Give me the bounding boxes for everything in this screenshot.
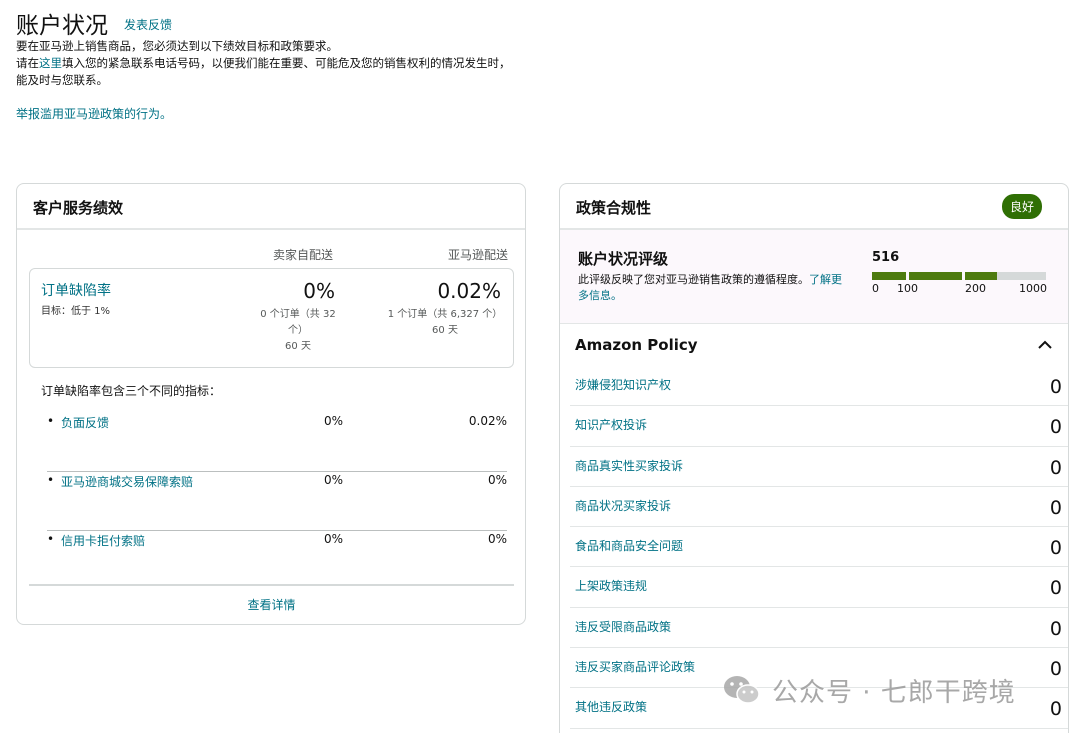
odr-amazon-orders: 1 个订单（共 6,327 个） 60 天 <box>384 307 506 339</box>
metric-chargeback-claims-link[interactable]: 信用卡拒付索赔 <box>61 532 145 549</box>
rating-description: 此评级反映了您对亚马逊销售政策的遵循程度。了解更多信息。 <box>578 272 848 304</box>
account-health-rating-panel: 账户状况评级 此评级反映了您对亚马逊销售政策的遵循程度。了解更多信息。 516 … <box>560 230 1068 324</box>
feedback-link[interactable]: 发表反馈 <box>124 16 172 33</box>
chevron-up-icon[interactable] <box>1034 334 1056 356</box>
odr-amazon-count: 1 个订单（共 6,327 个） <box>387 309 503 320</box>
metric-seller-value: 0% <box>323 473 343 487</box>
metric-row: • 信用卡拒付索赔 0% 0% <box>47 532 507 590</box>
policy-link[interactable]: 上架政策违规 <box>575 577 647 594</box>
odr-amazon-value: 0.02% <box>437 279 501 303</box>
policy-link[interactable]: 涉嫌侵犯知识产权 <box>575 376 671 393</box>
intro-text: 要在亚马逊上销售商品，您必须达到以下绩效目标和政策要求。 请在这里填入您的紧急联… <box>16 38 516 89</box>
view-details-link[interactable]: 查看详情 <box>29 596 514 613</box>
bullet-icon: • <box>47 414 55 428</box>
customer-service-title: 客户服务绩效 <box>33 199 124 217</box>
metric-negative-feedback-link[interactable]: 负面反馈 <box>61 414 109 431</box>
rating-bar-fill <box>965 272 997 280</box>
policy-count: 0 <box>1049 698 1062 721</box>
metric-amazon-value: 0% <box>487 473 507 487</box>
metrics-intro: 订单缺陷率包含三个不同的指标： <box>41 384 222 398</box>
policy-row: 上架政策违规 0 <box>570 567 1068 608</box>
rating-score: 516 <box>872 250 900 265</box>
policy-link[interactable]: 违反买家商品评论政策 <box>575 658 695 675</box>
policy-count: 0 <box>1049 376 1062 398</box>
scale-tick-100: 100 <box>897 282 918 295</box>
odr-seller-count: 0 个订单（共 32 个） <box>260 309 336 336</box>
customer-service-header: 客户服务绩效 <box>17 184 525 230</box>
intro-prefix: 请在 <box>16 56 39 70</box>
policy-row: 违反受限商品政策 0 <box>570 608 1068 649</box>
bullet-icon: • <box>47 532 55 546</box>
intro-line-1: 要在亚马逊上销售商品，您必须达到以下绩效目标和政策要求。 <box>16 39 338 53</box>
policy-row: 涉嫌侵犯知识产权 0 <box>570 366 1068 407</box>
odr-amazon-days: 60 天 <box>432 325 458 336</box>
policy-count: 0 <box>1049 577 1062 600</box>
policy-row: 知识产权投诉 0 <box>570 406 1068 447</box>
watermark-text: 公众号 · 七郎干跨境 <box>772 677 1016 708</box>
status-badge: 良好 <box>1001 194 1042 219</box>
metric-seller-value: 0% <box>323 532 343 546</box>
policy-count: 0 <box>1049 537 1062 560</box>
scale-tick-0: 0 <box>872 282 879 295</box>
rating-bar-segment <box>909 272 962 280</box>
amazon-policy-heading: Amazon Policy <box>575 336 698 354</box>
metric-seller-value: 0% <box>323 414 343 428</box>
metric-a-to-z-claims-link[interactable]: 亚马逊商城交易保障索赔 <box>61 473 193 490</box>
order-defect-rate-box: 订单缺陷率 目标：低于 1% 0% 0.02% 0 个订单（共 32 个） 60… <box>29 268 514 368</box>
order-defect-rate-link[interactable]: 订单缺陷率 <box>41 280 111 300</box>
policy-count: 0 <box>1049 416 1062 439</box>
odr-target: 目标：低于 1% <box>41 306 111 317</box>
odr-seller-orders: 0 个订单（共 32 个） 60 天 <box>254 307 342 355</box>
policy-count: 0 <box>1049 456 1062 479</box>
page-title: 账户状况 <box>16 13 108 39</box>
rating-desc-text: 此评级反映了您对亚马逊销售政策的遵循程度。 <box>578 273 809 286</box>
policy-compliance-header: 政策合规性 良好 <box>560 184 1068 230</box>
bullet-icon: • <box>47 473 55 487</box>
policy-compliance-title: 政策合规性 <box>576 199 652 217</box>
metric-row: • 负面反馈 0% 0.02% <box>47 414 507 472</box>
metric-amazon-value: 0% <box>487 532 507 546</box>
policy-count: 0 <box>1049 496 1062 519</box>
intro-suffix: 填入您的紧急联系电话号码，以便我们能在重要、可能危及您的销售权利的情况发生时，能… <box>16 56 511 87</box>
emergency-contact-link[interactable]: 这里 <box>39 56 62 70</box>
policy-row: 商品真实性买家投诉 0 <box>570 447 1068 487</box>
policy-link[interactable]: 知识产权投诉 <box>575 416 647 433</box>
policy-count: 0 <box>1049 617 1062 640</box>
policy-link[interactable]: 食品和商品安全问题 <box>575 537 683 554</box>
wechat-icon <box>724 676 760 704</box>
scale-tick-200: 200 <box>965 282 986 295</box>
policy-link[interactable]: 其他违反政策 <box>575 698 647 715</box>
policy-link[interactable]: 商品真实性买家投诉 <box>575 457 683 474</box>
policy-link[interactable]: 违反受限商品政策 <box>575 618 671 635</box>
policy-link[interactable]: 商品状况买家投诉 <box>575 497 671 514</box>
odr-seller-value: 0% <box>303 279 335 303</box>
rating-bar-segment <box>872 272 906 280</box>
rating-bar <box>872 272 1046 280</box>
column-header-amazon: 亚马逊配送 <box>447 248 508 262</box>
policy-compliance-card: 政策合规性 良好 账户状况评级 此评级反映了您对亚马逊销售政策的遵循程度。了解更… <box>559 183 1069 733</box>
customer-service-card: 客户服务绩效 卖家自配送 亚马逊配送 订单缺陷率 目标：低于 1% 0% 0.0… <box>16 183 526 625</box>
policy-row: 商品状况买家投诉 0 <box>570 487 1068 528</box>
rating-title: 账户状况评级 <box>578 250 669 268</box>
report-abuse-link[interactable]: 举报滥用亚马逊政策的行为。 <box>16 105 172 122</box>
metric-row: • 亚马逊商城交易保障索赔 0% 0% <box>47 473 507 531</box>
column-header-seller: 卖家自配送 <box>272 248 333 262</box>
customer-service-footer: 查看详情 <box>29 584 514 624</box>
policy-row: 食品和商品安全问题 0 <box>570 527 1068 568</box>
intro-line-2: 请在这里填入您的紧急联系电话号码，以便我们能在重要、可能危及您的销售权利的情况发… <box>16 55 516 89</box>
policy-count: 0 <box>1049 658 1062 681</box>
watermark: 公众号 · 七郎干跨境 <box>722 672 1016 708</box>
metric-amazon-value: 0.02% <box>468 414 507 428</box>
odr-seller-days: 60 天 <box>285 341 311 352</box>
scale-tick-1000: 1000 <box>1019 282 1047 295</box>
